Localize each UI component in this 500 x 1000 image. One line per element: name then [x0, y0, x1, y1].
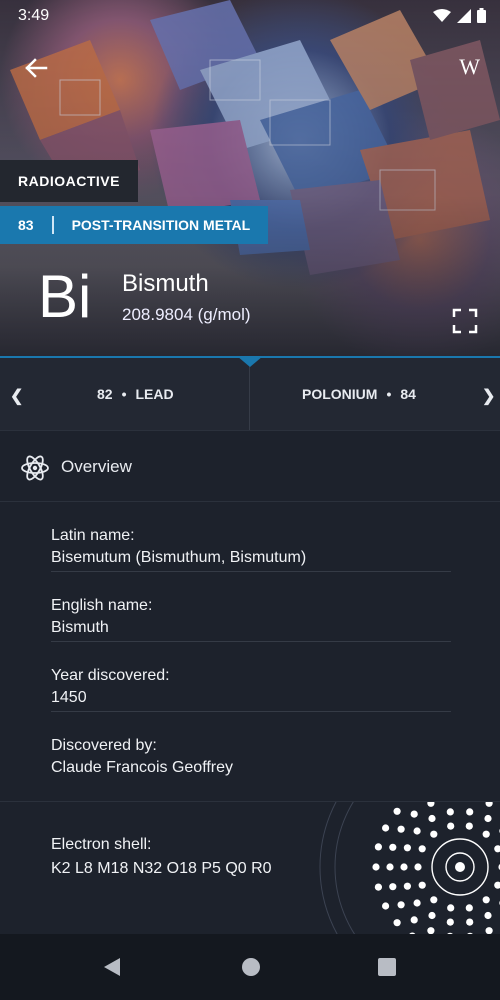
- detail-value: 1450: [51, 689, 87, 706]
- electron-dot: [466, 808, 474, 816]
- element-category: POST-TRANSITION METAL: [71, 217, 251, 233]
- electron-dot: [374, 843, 382, 851]
- detail-english-name: English name: Bismuth: [51, 571, 451, 642]
- electron-dot: [403, 844, 411, 852]
- electron-dot: [413, 899, 421, 907]
- electron-dot: [400, 863, 408, 871]
- electron-dot: [386, 863, 394, 871]
- detail-label: English name:: [51, 597, 153, 614]
- prev-name: LEAD: [135, 386, 174, 402]
- electron-shell-section: Electron shell: K2 L8 M18 N32 O18 P5 Q0 …: [0, 801, 500, 935]
- electron-dot: [466, 918, 474, 926]
- electron-dot: [446, 918, 454, 926]
- electron-dot: [393, 807, 401, 815]
- fullscreen-icon[interactable]: [452, 308, 478, 334]
- electron-shell-diagram: [319, 801, 500, 935]
- electron-dot: [409, 801, 416, 802]
- electron-dot: [482, 830, 490, 838]
- wikipedia-icon[interactable]: W: [459, 54, 480, 80]
- chevron-left-icon: ❮: [10, 388, 24, 405]
- nav-back-icon[interactable]: [102, 956, 122, 978]
- nav-home-icon[interactable]: [240, 956, 262, 978]
- dot-separator: •: [386, 386, 392, 402]
- electron-dot: [389, 883, 397, 891]
- electron-dot: [397, 901, 405, 909]
- electron-dot: [389, 843, 397, 851]
- shell-label: Electron shell:: [51, 836, 152, 853]
- detail-label: Year discovered:: [51, 667, 170, 684]
- status-bar: 3:49: [0, 0, 500, 32]
- detail-latin-name: Latin name: Bisemutum (Bismuthum, Bismut…: [51, 501, 451, 572]
- electron-dot: [374, 883, 382, 891]
- neighbor-nav: ❮ 82 • LEAD POLONIUM • 84 ❯: [0, 356, 500, 430]
- prev-element-label: 82 • LEAD: [97, 386, 174, 402]
- overview-section-header[interactable]: Overview: [0, 430, 500, 502]
- nucleus: [455, 862, 465, 872]
- atomic-number: 83: [18, 217, 34, 233]
- electron-dot: [494, 881, 500, 889]
- electron-dot: [427, 802, 435, 807]
- status-time: 3:49: [18, 7, 50, 24]
- detail-discovered-by: Discovered by: Claude Francois Geoffrey: [51, 711, 451, 781]
- electron-dot: [418, 881, 426, 889]
- electron-dot: [393, 919, 401, 927]
- atomic-mass: 208.9804 (g/mol): [122, 305, 251, 324]
- details-list: Latin name: Bisemutum (Bismuthum, Bismut…: [0, 501, 500, 801]
- atom-icon: [21, 455, 49, 481]
- radioactive-badge: RADIOACTIVE: [0, 160, 138, 202]
- electron-dot: [410, 916, 418, 924]
- electron-dot: [447, 904, 455, 912]
- electron-dot: [447, 822, 455, 830]
- system-nav-bar: [0, 934, 500, 1000]
- next-element-label: POLONIUM • 84: [302, 386, 416, 402]
- nav-pointer: [237, 356, 263, 367]
- prev-number: 82: [97, 386, 113, 402]
- chevron-right-icon: ❯: [482, 388, 496, 405]
- shell-value: K2 L8 M18 N32 O18 P5 Q0 R0: [51, 860, 272, 877]
- electron-dot: [494, 845, 500, 853]
- next-name: POLONIUM: [302, 386, 378, 402]
- detail-label: Discovered by:: [51, 737, 157, 754]
- electron-dot: [484, 911, 492, 920]
- battery-icon: [477, 8, 486, 23]
- electron-dot: [428, 911, 436, 920]
- section-title: Overview: [61, 457, 132, 476]
- electron-dot: [397, 825, 405, 833]
- detail-value: Bisemutum (Bismuthum, Bismutum): [51, 549, 307, 566]
- electron-dot: [484, 814, 492, 823]
- electron-dot: [382, 902, 390, 910]
- electron-dot: [465, 904, 473, 912]
- element-symbol: Bi: [38, 263, 92, 330]
- next-element-button[interactable]: POLONIUM • 84 ❯: [250, 358, 500, 430]
- electron-dot: [418, 845, 426, 853]
- wifi-icon: [433, 8, 451, 22]
- electron-dot: [485, 802, 493, 807]
- electron-dot: [465, 822, 473, 830]
- electron-dot: [428, 814, 436, 823]
- detail-value: Bismuth: [51, 619, 109, 636]
- electron-dot: [482, 896, 490, 904]
- nav-recents-icon[interactable]: [377, 956, 397, 978]
- element-name: Bismuth: [122, 270, 209, 297]
- detail-value: Claude Francois Geoffrey: [51, 759, 234, 776]
- electron-dot: [372, 863, 380, 871]
- signal-icon: [457, 8, 471, 23]
- electron-dot: [413, 827, 421, 835]
- electron-dot: [403, 882, 411, 890]
- category-badge: 83 POST-TRANSITION METAL: [0, 206, 269, 244]
- electron-dot: [410, 810, 418, 818]
- back-arrow-icon[interactable]: [20, 52, 52, 84]
- electron-dot: [414, 863, 422, 871]
- next-number: 84: [400, 386, 416, 402]
- electron-dot: [382, 824, 390, 832]
- detail-label: Latin name:: [51, 527, 135, 544]
- status-icons: [433, 8, 486, 23]
- prev-element-button[interactable]: ❮ 82 • LEAD: [0, 358, 250, 430]
- electron-dot: [430, 896, 438, 904]
- dot-separator: •: [121, 386, 127, 402]
- electron-dot: [430, 830, 438, 838]
- electron-dot: [446, 808, 454, 816]
- detail-year-discovered: Year discovered: 1450: [51, 641, 451, 712]
